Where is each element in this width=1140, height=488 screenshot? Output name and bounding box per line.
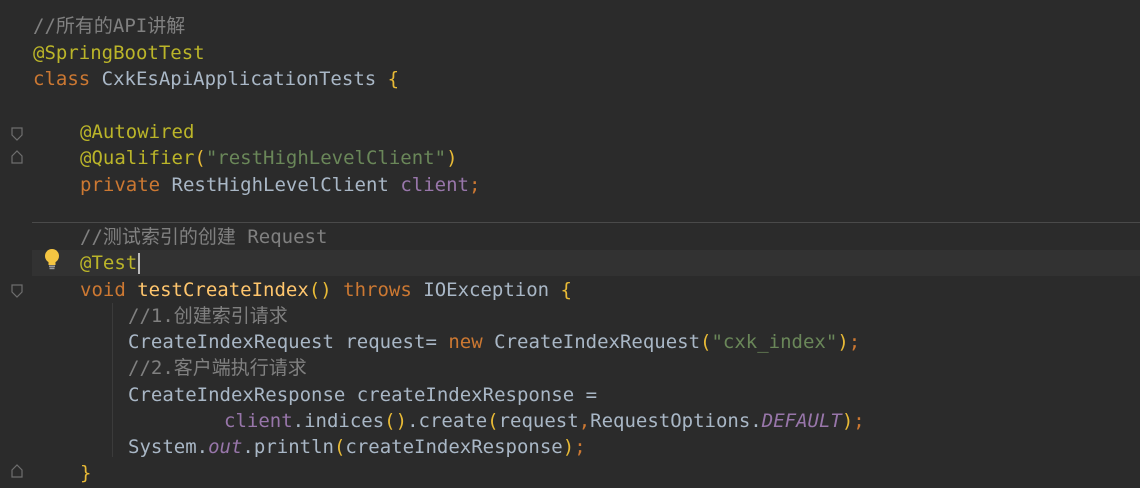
field-name: client: [400, 174, 469, 196]
paren: (): [308, 279, 332, 301]
lightbulb-icon[interactable]: [41, 247, 63, 271]
string-literal: "restHighLevelClient": [205, 147, 447, 169]
code-line[interactable]: void testCreateIndex() throws IOExceptio…: [80, 277, 572, 303]
code-line[interactable]: @SpringBootTest: [33, 40, 205, 66]
editor-gutter: [0, 0, 32, 488]
dot: .: [196, 436, 209, 458]
comment: //测试索引的创建 Request: [80, 226, 328, 248]
comment: //2.客户端执行请求: [128, 357, 307, 379]
paren: ): [841, 410, 854, 432]
code-line[interactable]: System.out.println(createIndexResponse);: [128, 434, 586, 460]
method-call: create: [418, 410, 488, 432]
paren: (: [194, 147, 206, 169]
current-line-highlight: [32, 250, 1140, 276]
annotation: @SpringBootTest: [33, 42, 205, 64]
code-line[interactable]: CreateIndexRequest request= new CreateIn…: [128, 329, 860, 355]
argument: request: [498, 410, 579, 432]
code-line[interactable]: private RestHighLevelClient client;: [80, 172, 480, 198]
paren: (): [384, 410, 408, 432]
code-editor[interactable]: //所有的API讲解 @SpringBootTest class CxkEsAp…: [0, 0, 1140, 488]
fold-end-icon[interactable]: [11, 464, 23, 478]
code-line[interactable]: CreateIndexResponse createIndexResponse …: [128, 382, 597, 408]
type-name: RestHighLevelClient: [171, 174, 389, 196]
code-line[interactable]: //2.客户端执行请求: [128, 355, 307, 381]
keyword: class: [33, 68, 91, 90]
comment: //所有的API讲解: [33, 15, 186, 37]
annotation: @Autowired: [80, 121, 195, 143]
dot: .: [292, 410, 305, 432]
paren: ): [837, 331, 849, 353]
string-literal: "cxk_index": [711, 331, 838, 353]
method-name: testCreateIndex: [137, 279, 309, 301]
paren: (: [700, 331, 712, 353]
method-separator: [32, 222, 1140, 223]
keyword: throws: [343, 279, 412, 301]
keyword: private: [80, 174, 161, 196]
annotation: @Qualifier: [80, 147, 195, 169]
paren: ): [446, 147, 458, 169]
code-line[interactable]: }: [80, 460, 91, 486]
comma: ,: [578, 410, 591, 432]
type-name: IOException: [423, 279, 550, 301]
paren: ): [562, 436, 575, 458]
paren: (: [487, 410, 499, 432]
code-line[interactable]: @Qualifier("restHighLevelClient"): [80, 145, 458, 171]
method-call: println: [253, 436, 334, 458]
semicolon: ;: [468, 174, 481, 196]
class-name: RequestOptions: [590, 410, 751, 432]
brace: }: [80, 462, 92, 484]
variable-name: request: [345, 331, 426, 353]
type-name: CreateIndexRequest: [494, 331, 701, 353]
code-line[interactable]: //测试索引的创建 Request: [80, 224, 327, 250]
keyword: new: [448, 331, 483, 353]
indent-guide: [112, 303, 113, 457]
brace: {: [387, 68, 400, 90]
dot: .: [242, 436, 254, 458]
operator: =: [585, 384, 598, 406]
code-line[interactable]: @Autowired: [80, 119, 194, 145]
static-constant: DEFAULT: [761, 410, 842, 432]
static-field: out: [208, 436, 243, 458]
paren: (: [333, 436, 346, 458]
code-line[interactable]: client.indices().create(request,RequestO…: [224, 408, 865, 434]
method-call: indices: [304, 410, 385, 432]
annotation: @Test: [80, 252, 138, 274]
fold-end-icon[interactable]: [11, 150, 23, 164]
variable-name: createIndexResponse: [356, 384, 575, 406]
code-line[interactable]: class CxkEsApiApplicationTests {: [33, 66, 399, 92]
dot: .: [407, 410, 419, 432]
fold-start-icon[interactable]: [11, 284, 23, 298]
comment: //1.创建索引请求: [128, 305, 288, 327]
class-name: CxkEsApiApplicationTests: [101, 68, 377, 90]
field-name: client: [224, 410, 293, 432]
semicolon: ;: [853, 410, 865, 432]
brace: {: [560, 279, 572, 301]
code-line[interactable]: @Test: [80, 250, 137, 276]
text-caret: [138, 253, 140, 274]
operator: =: [425, 331, 437, 353]
type-name: CreateIndexResponse: [128, 384, 346, 406]
semicolon: ;: [574, 436, 586, 458]
fold-start-icon[interactable]: [11, 127, 23, 141]
keyword: void: [80, 279, 126, 301]
code-line[interactable]: //所有的API讲解: [33, 13, 185, 39]
semicolon: ;: [848, 331, 861, 353]
code-line[interactable]: //1.创建索引请求: [128, 303, 288, 329]
class-name: System: [128, 436, 197, 458]
argument: createIndexResponse: [345, 436, 563, 458]
dot: .: [750, 410, 762, 432]
type-name: CreateIndexRequest: [128, 331, 334, 353]
